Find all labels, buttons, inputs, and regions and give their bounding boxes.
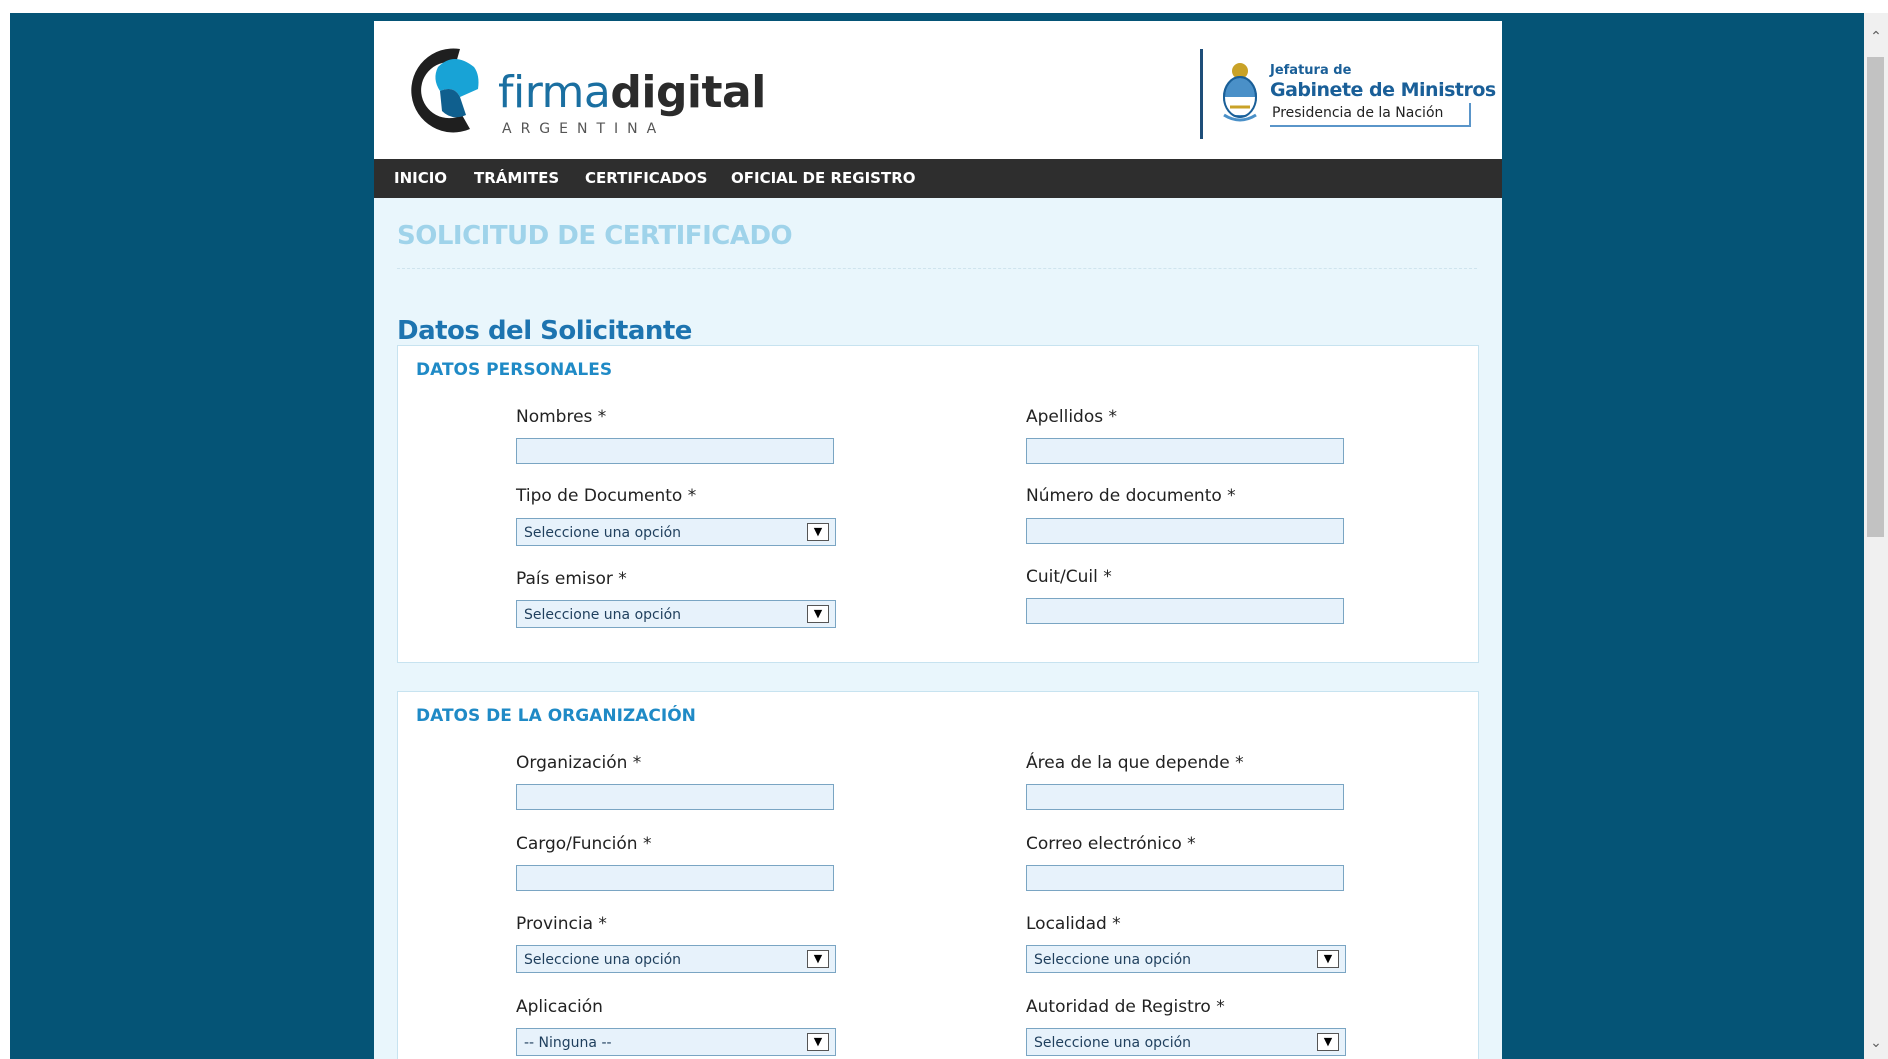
gov-underline: [1270, 125, 1470, 127]
nav-item-inicio[interactable]: INICIO: [394, 159, 447, 198]
tipo-documento-select[interactable]: Seleccione una opción ▼: [516, 518, 836, 546]
pais-emisor-select[interactable]: Seleccione una opción ▼: [516, 600, 836, 628]
organization-data-title: DATOS DE LA ORGANIZACIÓN: [416, 706, 696, 726]
numero-documento-input[interactable]: [1026, 518, 1344, 544]
pais-emisor-label: País emisor *: [516, 569, 627, 589]
organizacion-input[interactable]: [516, 784, 834, 810]
personal-data-title: DATOS PERSONALES: [416, 360, 613, 380]
title-separator: [397, 268, 1477, 269]
scrollbar-thumb[interactable]: [1867, 57, 1884, 537]
logo-subtitle: ARGENTINA: [502, 121, 666, 137]
nombres-input[interactable]: [516, 438, 834, 464]
nav-item-tramites[interactable]: TRÁMITES: [474, 159, 559, 198]
provincia-label: Provincia *: [516, 914, 607, 934]
scroll-down-icon[interactable]: ⌄: [1864, 1031, 1888, 1055]
gov-title-line2: Gabinete de Ministros: [1270, 79, 1496, 101]
page-title: SOLICITUD DE CERTIFICADO: [397, 221, 793, 251]
gov-title-line1: Jefatura de: [1270, 63, 1352, 78]
autoridad-registro-select[interactable]: Seleccione una opción ▼: [1026, 1028, 1346, 1056]
cargo-funcion-input[interactable]: [516, 865, 834, 891]
scroll-up-icon[interactable]: ⌃: [1864, 25, 1888, 49]
provincia-value: Seleccione una opción: [524, 952, 682, 968]
autoridad-registro-label: Autoridad de Registro *: [1026, 997, 1225, 1017]
area-input[interactable]: [1026, 784, 1344, 810]
correo-electronico-input[interactable]: [1026, 865, 1344, 891]
nav-item-certificados[interactable]: CERTIFICADOS: [585, 159, 707, 198]
nav-item-oficial-de-registro[interactable]: OFICIAL DE REGISTRO: [731, 159, 916, 198]
localidad-value: Seleccione una opción: [1034, 952, 1192, 968]
numero-documento-label: Número de documento *: [1026, 486, 1236, 506]
dropdown-arrow-icon[interactable]: ▼: [807, 950, 829, 968]
dropdown-arrow-icon[interactable]: ▼: [807, 605, 829, 623]
dropdown-arrow-icon[interactable]: ▼: [807, 1033, 829, 1051]
organizacion-label: Organización *: [516, 753, 642, 773]
personal-data-box: DATOS PERSONALES Nombres * Apellidos * T…: [397, 345, 1479, 663]
gov-title-line3: Presidencia de la Nación: [1272, 105, 1444, 121]
provincia-select[interactable]: Seleccione una opción ▼: [516, 945, 836, 973]
aplicacion-label: Aplicación: [516, 997, 603, 1017]
apellidos-label: Apellidos *: [1026, 407, 1118, 427]
dropdown-arrow-icon[interactable]: ▼: [807, 523, 829, 541]
logo-text-bold: digital: [610, 67, 766, 118]
cuit-cuil-input[interactable]: [1026, 598, 1344, 624]
firmadigital-logo-icon: [411, 48, 479, 133]
localidad-select[interactable]: Seleccione una opción ▼: [1026, 945, 1346, 973]
header-divider: [1200, 49, 1203, 139]
pais-emisor-value: Seleccione una opción: [524, 607, 682, 623]
page-container: firmadigital ARGENTINA Jefatura de Gabin…: [374, 21, 1502, 1059]
aplicacion-select[interactable]: -- Ninguna -- ▼: [516, 1028, 836, 1056]
vertical-scrollbar[interactable]: ⌃ ⌄: [1864, 13, 1888, 1059]
logo-wordmark: firmadigital: [498, 69, 766, 117]
main-nav: INICIO TRÁMITES CERTIFICADOS OFICIAL DE …: [374, 159, 1502, 198]
argentina-coat-of-arms-icon: [1223, 63, 1257, 122]
tipo-documento-label: Tipo de Documento *: [516, 486, 697, 506]
gov-underline-edge: [1469, 103, 1471, 127]
cuit-cuil-label: Cuit/Cuil *: [1026, 567, 1112, 587]
section-heading: Datos del Solicitante: [397, 316, 692, 346]
autoridad-registro-value: Seleccione una opción: [1034, 1035, 1192, 1051]
organization-data-box: DATOS DE LA ORGANIZACIÓN Organización * …: [397, 691, 1479, 1059]
nombres-label: Nombres *: [516, 407, 607, 427]
localidad-label: Localidad *: [1026, 914, 1121, 934]
aplicacion-value: -- Ninguna --: [524, 1035, 612, 1051]
apellidos-input[interactable]: [1026, 438, 1344, 464]
dropdown-arrow-icon[interactable]: ▼: [1317, 1033, 1339, 1051]
dropdown-arrow-icon[interactable]: ▼: [1317, 950, 1339, 968]
cargo-funcion-label: Cargo/Función *: [516, 834, 652, 854]
logo-text-light: firma: [498, 67, 611, 118]
site-header: firmadigital ARGENTINA Jefatura de Gabin…: [374, 21, 1502, 159]
area-label: Área de la que depende *: [1026, 753, 1244, 773]
tipo-documento-value: Seleccione una opción: [524, 525, 682, 541]
correo-electronico-label: Correo electrónico *: [1026, 834, 1196, 854]
